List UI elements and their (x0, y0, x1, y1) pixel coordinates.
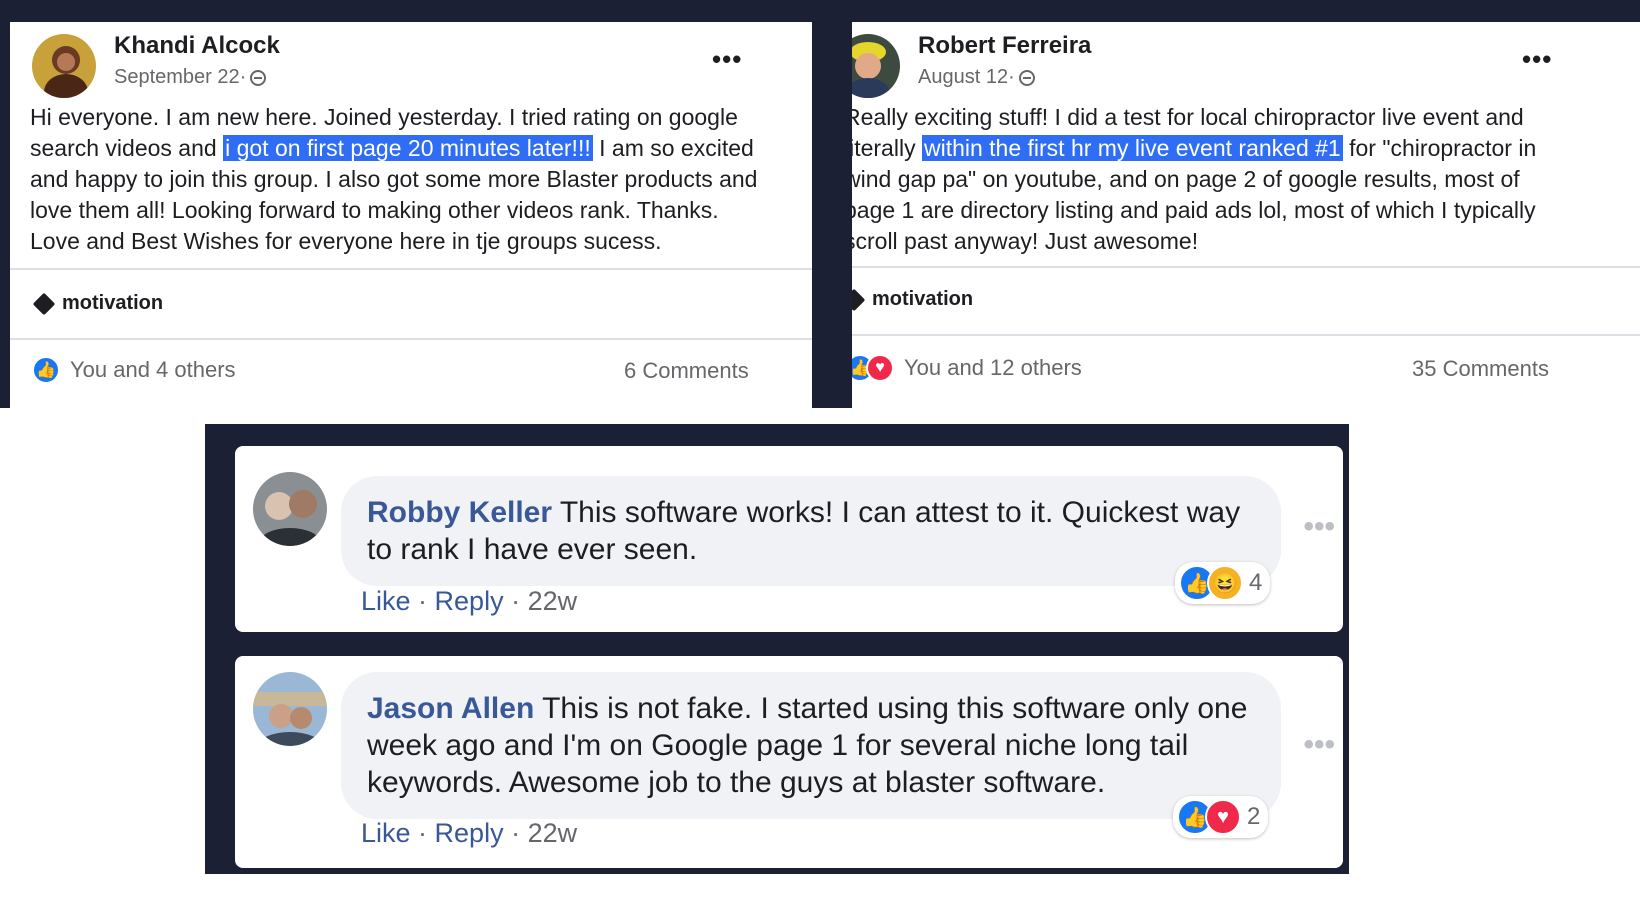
more-options-button[interactable]: ••• (712, 44, 742, 75)
post-date[interactable]: September 22· (114, 66, 246, 89)
reaction-summary[interactable]: 👍 You and 4 others (32, 356, 236, 384)
reaction-text: You and 4 others (70, 357, 236, 382)
like-link[interactable]: Like (361, 818, 411, 848)
tag-icon (852, 288, 866, 311)
post-meta: September 22· (114, 66, 267, 89)
comment-time[interactable]: 22w (528, 818, 578, 848)
top-band (0, 0, 1640, 22)
reaction-icons: 👍 ♥ (852, 354, 894, 382)
post-card-robert: Robert Ferreira August 12· ••• Really ex… (842, 22, 1640, 408)
divider (852, 266, 1640, 268)
avatar[interactable] (32, 34, 96, 98)
divider (10, 268, 812, 270)
divider (10, 338, 812, 340)
love-icon: ♥ (1205, 799, 1241, 835)
comment-card-robby: Robby Keller This software works! I can … (235, 446, 1343, 632)
more-options-button[interactable]: ••• (1522, 44, 1552, 75)
tag-label: motivation (872, 288, 974, 310)
globe-icon (250, 69, 267, 86)
love-icon: ♥ (866, 354, 894, 382)
commenter-name[interactable]: Robby Keller (367, 496, 552, 529)
post-meta: August 12· (918, 66, 1035, 89)
reaction-count: 4 (1249, 569, 1263, 596)
post-date[interactable]: August 12· (918, 66, 1015, 89)
tag-label: motivation (62, 292, 164, 314)
comments-link[interactable]: 6 Comments (624, 358, 749, 384)
comments-panel: Robby Keller This software works! I can … (205, 424, 1349, 874)
reaction-summary[interactable]: 👍 ♥ You and 12 others (852, 354, 1082, 382)
avatar[interactable] (852, 34, 900, 98)
comment-more-button[interactable]: ••• (1303, 510, 1335, 544)
author-name[interactable]: Khandi Alcock (114, 32, 280, 60)
comment-actions: Like · Reply · 22w (361, 586, 578, 616)
avatar[interactable] (253, 472, 327, 546)
post-body: Really exciting stuff! I did a test for … (852, 102, 1564, 257)
reaction-icons: 👍 😆 (1179, 565, 1243, 601)
comment-reactions[interactable]: 👍 ♥ 2 (1173, 796, 1269, 838)
reply-link[interactable]: Reply (435, 586, 504, 616)
reaction-count: 2 (1247, 803, 1261, 830)
post-card-khandi: Khandi Alcock September 22· ••• Hi every… (0, 22, 822, 408)
reaction-icons: 👍 ♥ (1177, 799, 1241, 835)
topic-tag[interactable]: motivation (852, 288, 974, 311)
like-link[interactable]: Like (361, 586, 411, 616)
comments-link[interactable]: 35 Comments (1412, 356, 1549, 382)
comment-bubble: Jason Allen This is not fake. I started … (341, 672, 1281, 819)
haha-icon: 😆 (1207, 565, 1243, 601)
avatar[interactable] (253, 672, 327, 746)
divider (852, 334, 1640, 336)
like-icon: 👍 (32, 356, 60, 384)
comment-reactions[interactable]: 👍 😆 4 (1175, 562, 1271, 604)
comment-time[interactable]: 22w (528, 586, 578, 616)
comment-card-jason: Jason Allen This is not fake. I started … (235, 656, 1343, 868)
highlighted-text: i got on first page 20 minutes later!!! (223, 135, 593, 161)
reply-link[interactable]: Reply (435, 818, 504, 848)
tag-icon (32, 292, 56, 315)
topic-tag[interactable]: motivation (32, 292, 164, 315)
post-body: Hi everyone. I am new here. Joined yeste… (30, 102, 770, 257)
highlighted-text: within the first hr my live event ranked… (921, 135, 1343, 161)
author-name[interactable]: Robert Ferreira (918, 32, 1091, 60)
globe-icon (1018, 69, 1035, 86)
comment-actions: Like · Reply · 22w (361, 818, 578, 848)
commenter-name[interactable]: Jason Allen (367, 692, 534, 725)
comment-more-button[interactable]: ••• (1303, 728, 1335, 762)
comment-bubble: Robby Keller This software works! I can … (341, 476, 1281, 586)
reaction-text: You and 12 others (904, 355, 1082, 380)
